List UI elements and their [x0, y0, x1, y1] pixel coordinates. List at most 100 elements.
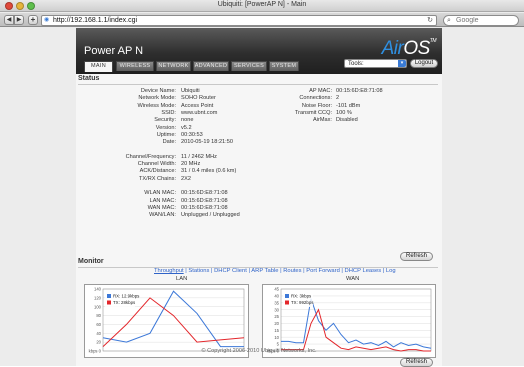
- status-value: none: [181, 117, 194, 124]
- status-value: 2: [336, 95, 340, 102]
- legend-label: TX: 28kbps: [113, 300, 136, 305]
- status-row: Network Mode: SOHO Router: [84, 95, 284, 102]
- y-tick-label: 5: [277, 342, 280, 347]
- status-value: 00:15:6D:E8:71:08: [181, 190, 228, 197]
- status-label: Network Mode:: [138, 95, 176, 102]
- tab-system[interactable]: SYSTEM: [269, 61, 299, 71]
- status-label: Device Name:: [140, 88, 176, 94]
- status-row: LAN MAC: 00:15:6D:E8:71:08: [84, 198, 284, 205]
- status-row: Channel Width: 20 MHz: [84, 161, 284, 168]
- status-value: 00:15:6D:E8:71:08: [181, 204, 228, 211]
- status-row: TX/RX Chains: 2X2: [84, 176, 284, 183]
- status-row: Channel/Frequency: 11 / 2462 MHz: [84, 154, 284, 161]
- chart-legend: RX: 3kbpsTX: 992bps: [283, 292, 314, 307]
- status-value: 11 / 2462 MHz: [181, 153, 217, 160]
- status-label: Date:: [162, 139, 176, 146]
- monitor-link-dhcp-leases[interactable]: DHCP Leases: [345, 268, 382, 274]
- status-row: Connections: 2: [272, 95, 432, 102]
- status-label: Version:: [155, 124, 176, 131]
- status-row: WAN MAC: 00:15:6D:E8:71:08: [84, 205, 284, 212]
- y-tick-label: 10: [274, 335, 279, 340]
- legend-label: RX: 3kbps: [291, 294, 312, 299]
- status-row: Noise Floor: -101 dBm: [272, 103, 432, 110]
- y-tick-label: 120: [94, 295, 102, 300]
- status-value: 00:15:6D:E8:71:08: [181, 197, 228, 204]
- legend-swatch: [107, 294, 111, 298]
- monitor-link-log[interactable]: Log: [386, 268, 396, 274]
- add-bookmark-button[interactable]: +: [28, 15, 38, 25]
- search-icon: ⌕: [447, 17, 451, 24]
- forward-button[interactable]: ▶: [14, 15, 24, 25]
- status-row: Wireless Mode: Access Point: [84, 103, 284, 110]
- logo-air-text: Air: [381, 38, 404, 59]
- y-tick-label: 25: [274, 314, 279, 319]
- status-value: www.ubnt.com: [181, 109, 218, 116]
- status-value: Access Point: [181, 102, 214, 109]
- status-row: WLAN MAC: 00:15:6D:E8:71:08: [84, 190, 284, 197]
- status-row: Version: v5.2: [84, 125, 284, 132]
- search-bar[interactable]: ⌕: [443, 15, 519, 26]
- chart-legend: RX: 12.9kbpsTX: 28kbps: [105, 292, 140, 307]
- globe-icon: ◉: [44, 17, 50, 23]
- status-row: [84, 146, 284, 153]
- status-refresh-button[interactable]: Refresh: [400, 252, 433, 261]
- browser-window: Ubiquiti: [PowerAP N] - Main ◀ ▶ + ◉ htt…: [0, 0, 524, 367]
- tab-main[interactable]: MAIN: [84, 61, 113, 72]
- monitor-link-throughput[interactable]: Throughput: [154, 268, 184, 274]
- search-input[interactable]: [456, 16, 516, 25]
- monitor-link-stations[interactable]: Stations: [188, 268, 209, 274]
- window-title: Ubiquiti: [PowerAP N] - Main: [217, 1, 307, 8]
- back-button[interactable]: ◀: [4, 15, 14, 25]
- tools-select[interactable]: Tools: ▾: [344, 59, 407, 68]
- status-value: 2010-05-19 18:21:50: [181, 139, 233, 146]
- footer-copyright: © Copyright 2006-2010 Ubiquiti Networks,…: [201, 348, 317, 354]
- tab-wireless[interactable]: WIRELESS: [116, 61, 154, 71]
- lan-chart-title: LAN: [176, 276, 188, 282]
- status-label: ACK/Distance:: [139, 168, 176, 175]
- lan-throughput-chart: kbps 0 20 40 60 80 100 120 140 RX: 12.9kbps TX: 2…: [84, 284, 249, 358]
- window-titlebar: Ubiquiti: [PowerAP N] - Main: [0, 0, 524, 12]
- monitor-link-port-forward[interactable]: Port Forward: [306, 268, 340, 274]
- y-tick-label: 140: [94, 287, 102, 292]
- tab-advanced[interactable]: ADVANCED: [193, 61, 229, 71]
- status-row: Security: none: [84, 117, 284, 124]
- divider: [78, 84, 438, 85]
- status-value: 00:15:6D:E8:71:08: [336, 88, 383, 94]
- legend-swatch: [285, 300, 289, 305]
- tools-label: Tools:: [348, 61, 364, 67]
- reload-icon[interactable]: ↻: [427, 16, 433, 25]
- main-panel: Status Device Name: Ubiquiti Network Mode:…: [76, 74, 442, 367]
- status-label: Connections:: [299, 95, 332, 102]
- monitor-links: Throughput | Stations | DHCP Client | AR…: [154, 268, 396, 275]
- y-tick-label: 100: [94, 304, 102, 309]
- status-label: Wireless Mode:: [137, 102, 176, 109]
- url-text[interactable]: http://192.168.1.1/index.cgi: [53, 17, 137, 25]
- status-row: WAN/LAN: Unplugged / Unplugged: [84, 212, 284, 219]
- status-value: SOHO Router: [181, 95, 216, 102]
- legend-label: RX: 12.9kbps: [113, 294, 140, 299]
- y-tick-label: 20: [274, 321, 279, 326]
- status-label: AP MAC:: [309, 88, 332, 94]
- monitor-link-routes[interactable]: Routes: [283, 268, 301, 274]
- tab-services[interactable]: SERVICES: [231, 61, 267, 71]
- product-name: Power AP N: [84, 45, 144, 57]
- monitor-link-arp-table[interactable]: ARP Table: [251, 268, 278, 274]
- status-label: SSID:: [161, 109, 176, 116]
- address-bar[interactable]: ◉ http://192.168.1.1/index.cgi ↻: [41, 15, 437, 26]
- chevron-down-icon: ▾: [398, 60, 406, 67]
- y-tick-label: 20: [96, 340, 101, 345]
- status-row: Transmit CCQ: 100 %: [272, 110, 432, 117]
- status-label: Channel/Frequency:: [125, 153, 176, 160]
- monitor-link-dhcp-client[interactable]: DHCP Client: [214, 268, 247, 274]
- y-tick-label: 35: [274, 300, 279, 305]
- status-value: 00:30:53: [181, 131, 203, 138]
- y-tick-label: 15: [274, 328, 279, 333]
- status-value: 31 / 0.4 miles (0.6 km): [181, 168, 237, 175]
- y-tick-label: 40: [96, 331, 101, 336]
- logout-button[interactable]: Logout: [410, 59, 438, 68]
- status-row: Uptime: 00:30:53: [84, 132, 284, 139]
- logo-tm-text: TM: [429, 38, 437, 44]
- status-label: Security:: [154, 117, 176, 124]
- status-value: 100 %: [336, 109, 352, 116]
- tab-network[interactable]: NETWORK: [156, 61, 191, 71]
